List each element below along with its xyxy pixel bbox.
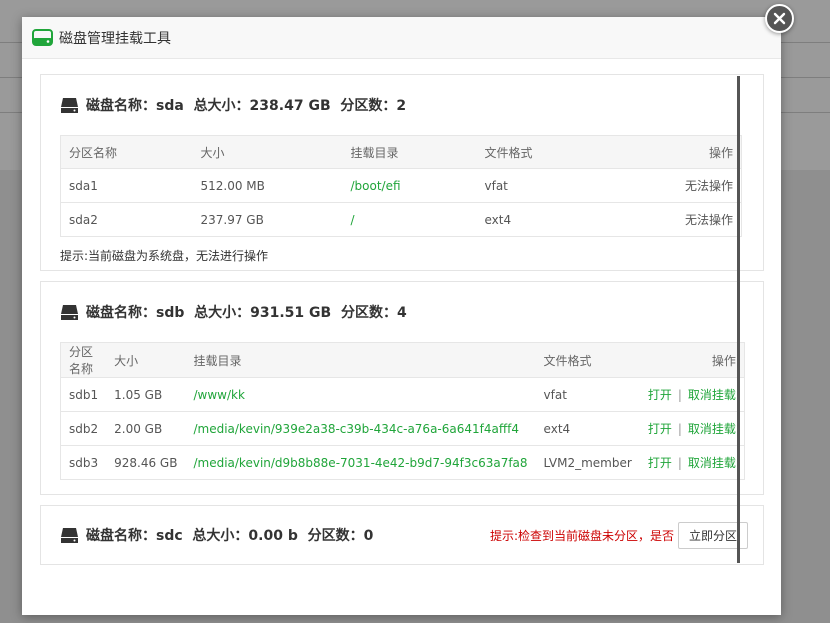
open-link[interactable]: 打开: [648, 422, 672, 436]
open-link[interactable]: 打开: [648, 388, 672, 402]
action-separator: |: [677, 422, 682, 436]
disk-partition-count: 分区数：2: [340, 98, 407, 114]
unmount-link[interactable]: 取消挂载: [688, 456, 736, 470]
disk-partition-count: 分区数：4: [340, 305, 407, 321]
hard-drive-icon: [32, 29, 53, 46]
partition-size: 2.00 GB: [106, 411, 186, 446]
disk-name: 磁盘名称：sda: [86, 98, 184, 114]
action-separator: |: [677, 456, 682, 470]
disk-header: 磁盘名称：sda 总大小：238.47 GB 分区数：2: [60, 75, 748, 135]
disk-panel-sdc: 磁盘名称：sdc 总大小：0.00 b 分区数：0 提示:检查到当前磁盘未分区，…: [40, 505, 764, 565]
close-button[interactable]: [765, 4, 794, 33]
partition-table: 分区名称 大小 挂载目录 文件格式 操作 sda1 512.00 MB /boo…: [60, 135, 742, 237]
operation-status: 无法操作: [626, 202, 742, 237]
column-header: 分区名称: [60, 135, 193, 169]
disk-header: 磁盘名称：sdb 总大小：931.51 GB 分区数：4: [60, 282, 748, 342]
table-row: sda2 237.97 GB / ext4 无法操作: [60, 202, 742, 237]
warning-text: 提示:检查到当前磁盘未分区，是否: [489, 528, 674, 543]
file-system: vfat: [476, 168, 627, 203]
file-system: ext4: [535, 411, 640, 446]
table-row: sdb3 928.46 GB /media/kevin/d9b8b88e-703…: [60, 445, 745, 480]
open-link[interactable]: 打开: [648, 456, 672, 470]
partition-name: sda2: [60, 202, 193, 237]
table-header-row: 分区名称 大小 挂载目录 文件格式 操作: [60, 342, 745, 378]
mount-path: /: [342, 202, 477, 237]
system-disk-tip: 提示:当前磁盘为系统盘，无法进行操作: [60, 249, 269, 263]
scrollbar[interactable]: [737, 76, 740, 563]
disk-icon: [61, 527, 78, 543]
disk-size: 总大小：238.47 GB: [193, 98, 331, 114]
dialog-header: 磁盘管理挂载工具: [22, 17, 781, 59]
table-row: sda1 512.00 MB /boot/efi vfat 无法操作: [60, 168, 742, 203]
operation-status: 无法操作: [626, 168, 742, 203]
disk-name: 磁盘名称：sdc: [86, 528, 183, 544]
disk-partition-count: 分区数：0: [307, 528, 374, 544]
disk-panel-sdb: 磁盘名称：sdb 总大小：931.51 GB 分区数：4 分区名称 大小 挂载目…: [40, 281, 764, 495]
disk-size: 总大小：931.51 GB: [194, 305, 332, 321]
close-icon: [773, 12, 786, 25]
partition-name: sdb2: [60, 411, 107, 446]
table-row: sdb1 1.05 GB /www/kk vfat 打开 | 取消挂载: [60, 377, 745, 412]
partition-name: sdb3: [60, 445, 107, 480]
partition-size: 928.46 GB: [106, 445, 186, 480]
partition-size: 512.00 MB: [192, 168, 343, 203]
row-actions: 打开 | 取消挂载: [639, 411, 745, 446]
file-system: ext4: [476, 202, 627, 237]
column-header: 大小: [192, 135, 343, 169]
column-header: 文件格式: [535, 342, 640, 378]
column-header: 操作: [626, 135, 742, 169]
column-header: 操作: [639, 342, 745, 378]
disk-panel-sda: 磁盘名称：sda 总大小：238.47 GB 分区数：2 分区名称 大小 挂载目…: [40, 74, 764, 271]
unmount-link[interactable]: 取消挂载: [688, 422, 736, 436]
mount-path: /www/kk: [185, 377, 536, 412]
unpartitioned-warning: 提示:检查到当前磁盘未分区，是否 立即分区: [489, 521, 748, 549]
disk-icon: [61, 304, 78, 320]
disk-name: 磁盘名称：sdb: [86, 305, 185, 321]
file-system: LVM2_member: [535, 445, 640, 480]
partition-name: sdb1: [60, 377, 107, 412]
column-header: 挂载目录: [342, 135, 477, 169]
disk-header: 磁盘名称：sdc 总大小：0.00 b 分区数：0: [60, 525, 373, 545]
file-system: vfat: [535, 377, 640, 412]
row-actions: 打开 | 取消挂载: [639, 377, 745, 412]
column-header: 大小: [106, 342, 186, 378]
disk-list[interactable]: 磁盘名称：sda 总大小：238.47 GB 分区数：2 分区名称 大小 挂载目…: [40, 74, 764, 574]
column-header: 挂载目录: [185, 342, 536, 378]
partition-size: 1.05 GB: [106, 377, 186, 412]
disk-mount-dialog: 磁盘管理挂载工具 磁盘名称：sda 总大小：238.47 GB 分区数：2 分区…: [22, 17, 781, 615]
disk-icon: [61, 97, 78, 113]
action-separator: |: [677, 388, 682, 402]
partition-table: 分区名称 大小 挂载目录 文件格式 操作 sdb1 1.05 GB /www/k…: [60, 342, 745, 480]
mount-path: /boot/efi: [342, 168, 477, 203]
mount-path: /media/kevin/d9b8b88e-7031-4e42-b9d7-94f…: [185, 445, 536, 480]
table-header-row: 分区名称 大小 挂载目录 文件格式 操作: [60, 135, 742, 169]
dialog-title: 磁盘管理挂载工具: [59, 30, 171, 47]
column-header: 分区名称: [60, 342, 107, 378]
table-row: sdb2 2.00 GB /media/kevin/939e2a38-c39b-…: [60, 411, 745, 446]
column-header: 文件格式: [476, 135, 627, 169]
mount-path: /media/kevin/939e2a38-c39b-434c-a76a-6a6…: [185, 411, 536, 446]
partition-size: 237.97 GB: [192, 202, 343, 237]
unmount-link[interactable]: 取消挂载: [688, 388, 736, 402]
row-actions: 打开 | 取消挂载: [639, 445, 745, 480]
partition-name: sda1: [60, 168, 193, 203]
disk-size: 总大小：0.00 b: [192, 528, 298, 544]
